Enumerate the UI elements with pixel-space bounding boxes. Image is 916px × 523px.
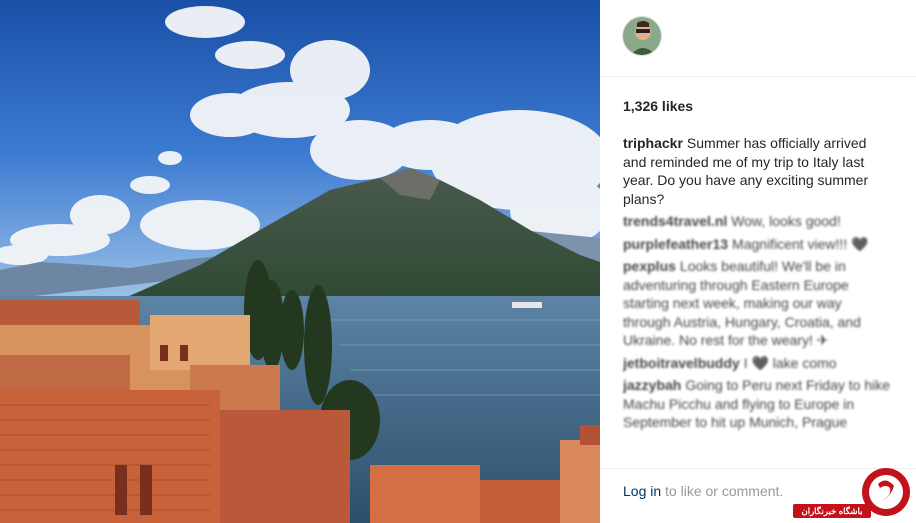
list-item: trends4travel.nl Wow, looks good! bbox=[623, 212, 891, 231]
watermark-label: باشگاه خبرنگاران bbox=[793, 504, 871, 518]
comment-username[interactable]: trends4travel.nl bbox=[623, 213, 727, 229]
comment-username[interactable]: jazzybah bbox=[623, 377, 681, 393]
list-item: pexplus Looks beautiful! We'll be in adve… bbox=[623, 257, 891, 350]
avatar-icon bbox=[623, 17, 661, 55]
post-header bbox=[600, 0, 916, 77]
user-avatar[interactable] bbox=[622, 16, 662, 56]
comment-username[interactable]: pexplus bbox=[623, 258, 676, 274]
comment-text: I 🖤 lake como bbox=[743, 354, 837, 371]
comment-username[interactable]: purplefeather13 bbox=[623, 236, 728, 252]
caption-username[interactable]: triphackr bbox=[623, 135, 683, 151]
caption: triphackr Summer has officially arrived a… bbox=[623, 134, 891, 208]
list-item: jetboitravelbuddy I 🖤 lake como bbox=[623, 354, 891, 373]
login-prompt: Log in to like or comment. bbox=[623, 483, 783, 499]
list-item: purplefeather13 Magnificent view!!! 🖤 bbox=[623, 235, 891, 254]
comment-text: Wow, looks good! bbox=[731, 213, 841, 229]
login-prompt-text: to like or comment. bbox=[665, 483, 784, 499]
comments-list: triphackr Summer has officially arrived a… bbox=[623, 134, 891, 436]
login-link[interactable]: Log in bbox=[623, 483, 661, 499]
post-sidebar: 1,326 likes triphackr Summer has official… bbox=[600, 0, 916, 523]
likes-count[interactable]: 1,326 likes bbox=[623, 98, 693, 114]
list-item: jazzybah Going to Peru next Friday to hik… bbox=[623, 376, 891, 432]
lake-como-photo bbox=[0, 0, 600, 523]
comment-username[interactable]: jetboitravelbuddy bbox=[623, 355, 740, 371]
comment-text: Magnificent view!!! 🖤 bbox=[732, 235, 869, 252]
post-photo[interactable] bbox=[0, 0, 600, 523]
